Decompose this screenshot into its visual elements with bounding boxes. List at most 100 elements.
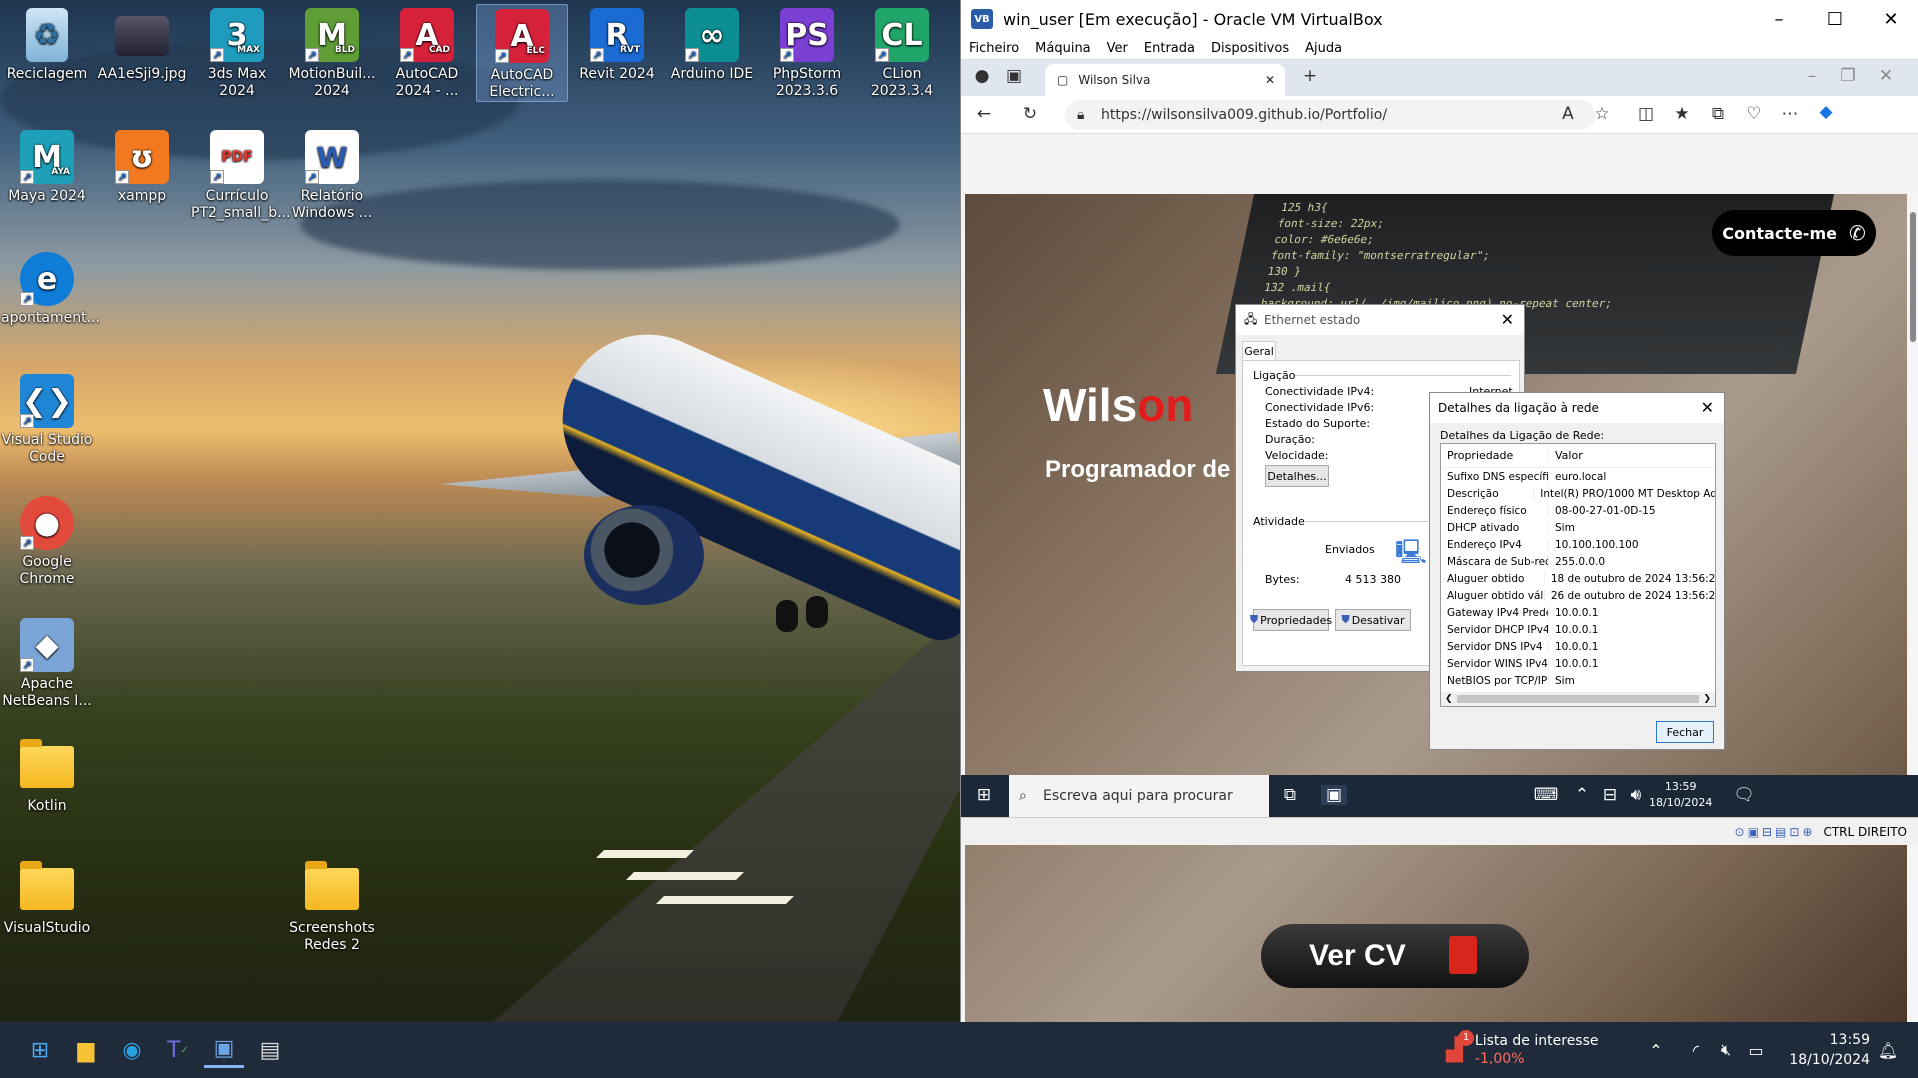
dialog-close-icon[interactable]: ✕ bbox=[1501, 310, 1514, 329]
guest-clock[interactable]: 13:59 18/10/2024 bbox=[1649, 779, 1712, 811]
browser-tab[interactable]: ▢ Wilson Silva ✕ bbox=[1045, 64, 1285, 96]
notification-bell-icon[interactable]: 🔔︎ bbox=[1868, 1032, 1908, 1068]
virtualbox-window[interactable]: VB win_user [Em execução] - Oracle VM Vi… bbox=[960, 0, 1918, 1022]
keyboard-icon[interactable]: ⌨ bbox=[1533, 785, 1559, 805]
close-button[interactable]: ✕ bbox=[1863, 0, 1918, 38]
desktop-shortcut[interactable]: Screenshots Redes 2 bbox=[286, 858, 378, 954]
dialog-close-icon[interactable]: ✕ bbox=[1701, 398, 1714, 417]
favorite-star-icon[interactable]: ☆ bbox=[1589, 104, 1615, 124]
copilot-icon[interactable]: ◆ bbox=[1813, 102, 1839, 122]
table-row[interactable]: Servidor WINS IPv4 10.0.0.1 bbox=[1441, 655, 1715, 672]
host-clock[interactable]: 13:59 18/10/2024 bbox=[1780, 1030, 1870, 1070]
desktop-shortcut[interactable]: ◆ ↗ Apache NetBeans I... bbox=[1, 614, 93, 710]
app-taskbar-icon[interactable]: ▤ bbox=[250, 1032, 290, 1068]
tray-network-icon[interactable]: ⊟ bbox=[1597, 785, 1623, 805]
table-row[interactable]: Servidor DHCP IPv4 10.0.0.1 bbox=[1441, 621, 1715, 638]
desktop-shortcut[interactable]: A ELC ↗ AutoCAD Electric... bbox=[476, 4, 568, 102]
table-row[interactable]: Sufixo DNS específico d... euro.local bbox=[1441, 468, 1715, 485]
table-row[interactable]: DHCP ativado Sim bbox=[1441, 519, 1715, 536]
menu-item[interactable]: Ver bbox=[1099, 41, 1136, 56]
scrollbar-thumb[interactable] bbox=[1910, 212, 1916, 342]
address-bar[interactable]: 🔒︎ https://wilsonsilva009.github.io/Port… bbox=[1065, 100, 1595, 130]
page-scrollbar[interactable] bbox=[1907, 194, 1918, 1022]
desktop-shortcut[interactable]: W ↗ Relatório Windows ... bbox=[286, 126, 378, 222]
scroll-right-icon[interactable]: ❯ bbox=[1703, 694, 1711, 704]
new-tab-icon[interactable]: + bbox=[1297, 66, 1323, 86]
tab-close-icon[interactable]: ✕ bbox=[1265, 73, 1275, 87]
network-connections-icon[interactable]: ▣ bbox=[1321, 785, 1347, 805]
browser-restore-icon[interactable]: ❐ bbox=[1835, 66, 1861, 86]
desktop-shortcut[interactable]: VisualStudio bbox=[1, 858, 93, 937]
task-view-icon[interactable]: ⧉ bbox=[1277, 785, 1303, 805]
menu-item[interactable]: Ajuda bbox=[1297, 41, 1350, 56]
contact-button[interactable]: Contacte-me ✆ bbox=[1712, 210, 1876, 256]
profile-icon[interactable]: ● bbox=[969, 66, 995, 86]
table-row[interactable]: Gateway IPv4 Predefinido 10.0.0.1 bbox=[1441, 604, 1715, 621]
tab-general[interactable]: Geral bbox=[1242, 341, 1276, 361]
read-aloud-icon[interactable]: A bbox=[1555, 104, 1581, 124]
more-menu-icon[interactable]: ⋯ bbox=[1777, 104, 1803, 124]
desktop-shortcut[interactable]: Kotlin bbox=[1, 736, 93, 815]
desktop-shortcut[interactable]: ʊ ↗ xampp bbox=[96, 126, 188, 205]
desktop-shortcut[interactable]: M AYA ↗ Maya 2024 bbox=[1, 126, 93, 205]
guest-screen[interactable]: ● ▣ ▢ Wilson Silva ✕ + – ❐ ✕ ← ↻ 🔒︎ http… bbox=[961, 60, 1918, 1022]
horizontal-scrollbar[interactable]: ❮ ❯ bbox=[1441, 692, 1715, 706]
desktop-shortcut[interactable]: M BLD ↗ MotionBuil... 2024 bbox=[286, 4, 378, 100]
table-row[interactable]: Servidor DNS IPv4 10.0.0.1 bbox=[1441, 638, 1715, 655]
edge-icon[interactable]: ◉ bbox=[112, 1032, 152, 1068]
table-row[interactable]: Aluguer obtido 18 de outubro de 2024 13:5… bbox=[1441, 570, 1715, 587]
table-row[interactable]: Endereço físico 08-00-27-01-0D-15 bbox=[1441, 502, 1715, 519]
stocks-widget[interactable]: ▟ 1 Lista de interesse -1,00% bbox=[1446, 1028, 1599, 1072]
maximize-button[interactable]: ☐ bbox=[1807, 0, 1863, 38]
guest-start-icon[interactable]: ⊞ bbox=[971, 785, 997, 805]
table-row[interactable]: Endereço IPv4 10.100.100.100 bbox=[1441, 536, 1715, 553]
menu-item[interactable]: Máquina bbox=[1027, 41, 1099, 56]
tray-chevron-icon[interactable]: ⌃ bbox=[1636, 1032, 1676, 1068]
virtualbox-taskbar-icon[interactable]: ▣ bbox=[204, 1032, 244, 1068]
disable-button[interactable]: ⛊ Desativar bbox=[1335, 609, 1411, 631]
desktop-shortcut[interactable]: ❮❯ ↗ Visual Studio Code bbox=[1, 370, 93, 466]
desktop-shortcut[interactable]: ♻ Reciclagem bbox=[1, 4, 93, 83]
refresh-icon[interactable]: ↻ bbox=[1017, 104, 1043, 124]
tray-volume-icon[interactable]: 🔊︎ bbox=[1623, 785, 1649, 805]
browser-close-icon[interactable]: ✕ bbox=[1873, 66, 1899, 86]
desktop-shortcut[interactable]: AA1eSji9.jpg bbox=[96, 4, 188, 83]
file-explorer-icon[interactable]: ▆ bbox=[66, 1032, 106, 1068]
split-screen-icon[interactable]: ◫ bbox=[1633, 104, 1659, 124]
column-property[interactable]: Propriedade bbox=[1441, 449, 1549, 462]
desktop-shortcut[interactable]: R RVT ↗ Revit 2024 bbox=[571, 4, 663, 83]
column-value[interactable]: Valor bbox=[1549, 449, 1583, 462]
table-row[interactable]: NetBIOS por TCP/IP Ati... Sim bbox=[1441, 672, 1715, 689]
desktop-shortcut[interactable]: ∞ ↗ Arduino IDE bbox=[666, 4, 758, 83]
guest-search-box[interactable]: ⌕ Escreva aqui para procurar bbox=[1009, 775, 1269, 817]
dialog-titlebar[interactable]: 🖧︎ Ethernet estado ✕ bbox=[1236, 305, 1524, 335]
table-row[interactable]: Gateway IPv6 Predefinido bbox=[1441, 706, 1715, 707]
desktop-shortcut[interactable]: e ↗ apontament... bbox=[1, 248, 100, 327]
virtualbox-titlebar[interactable]: VB win_user [Em execução] - Oracle VM Vi… bbox=[961, 0, 1918, 38]
table-row[interactable]: Aluguer obtido válido até 26 de outubro d… bbox=[1441, 587, 1715, 604]
desktop-shortcut[interactable]: PDF ↗ Currículo PT2_small_b... bbox=[191, 126, 290, 222]
favorites-icon[interactable]: ★ bbox=[1669, 104, 1695, 124]
menu-item[interactable]: Dispositivos bbox=[1203, 41, 1297, 56]
dialog-titlebar[interactable]: Detalhes da ligação à rede ✕ bbox=[1430, 393, 1724, 423]
battery-icon[interactable]: ▭ bbox=[1736, 1032, 1776, 1068]
desktop-shortcut[interactable]: PS ↗ PhpStorm 2023.3.6 bbox=[761, 4, 853, 100]
network-details-dialog[interactable]: Detalhes da ligação à rede ✕ Detalhes da… bbox=[1429, 392, 1725, 750]
properties-button[interactable]: ⛊ Propriedades bbox=[1250, 609, 1332, 631]
browser-essentials-icon[interactable]: ♡ bbox=[1741, 104, 1767, 124]
notifications-icon[interactable]: 🗨︎ bbox=[1731, 785, 1757, 805]
desktop-shortcut[interactable]: ● ↗ Google Chrome bbox=[1, 492, 93, 588]
browser-minimize-icon[interactable]: – bbox=[1799, 66, 1825, 86]
desktop-shortcut[interactable]: A CAD ↗ AutoCAD 2024 - ... bbox=[381, 4, 473, 100]
minimize-button[interactable]: – bbox=[1751, 0, 1807, 38]
start-icon[interactable]: ⊞ bbox=[20, 1032, 60, 1068]
details-list[interactable]: Propriedade Valor Sufixo DNS específico … bbox=[1440, 443, 1716, 707]
back-icon[interactable]: ← bbox=[971, 104, 997, 124]
tab-actions-icon[interactable]: ▣ bbox=[1001, 66, 1027, 86]
teams-icon[interactable]: T ✓ bbox=[158, 1032, 198, 1068]
table-row[interactable]: Máscara de Sub-rede IP... 255.0.0.0 bbox=[1441, 553, 1715, 570]
table-row[interactable]: Descrição Intel(R) PRO/1000 MT Desktop Ad… bbox=[1441, 485, 1715, 502]
close-button[interactable]: Fechar bbox=[1656, 721, 1714, 743]
details-button[interactable]: Detalhes... bbox=[1265, 465, 1329, 487]
view-cv-button[interactable]: Ver CV bbox=[1261, 924, 1529, 988]
